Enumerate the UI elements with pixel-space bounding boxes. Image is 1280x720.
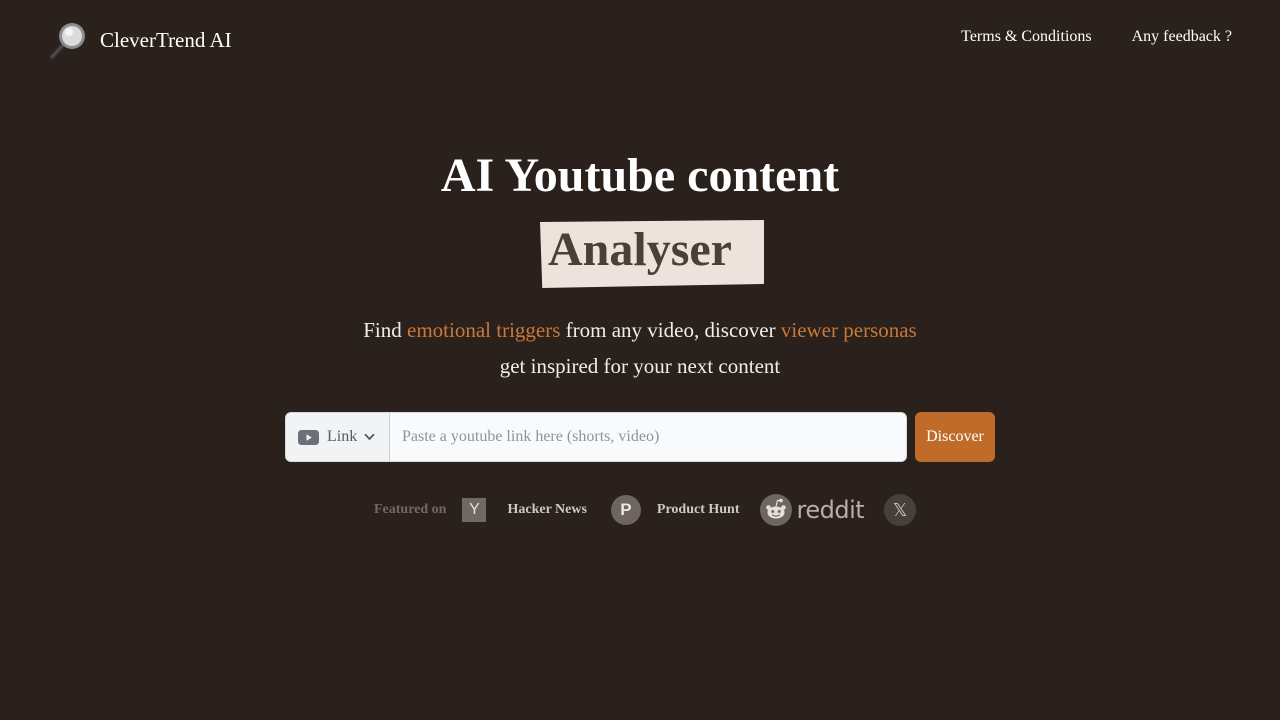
product-hunt-icon: P	[610, 495, 641, 525]
hero-highlight-text: Analyser	[548, 223, 732, 276]
hero-subtitle: Find emotional triggers from any video, …	[0, 312, 1280, 384]
magnifying-glass-icon	[49, 23, 85, 60]
search-box: Link	[285, 412, 907, 462]
x-link[interactable]: 𝕏	[884, 494, 917, 526]
youtube-icon	[298, 429, 319, 445]
search-form: Link Discover	[285, 412, 995, 462]
hacker-news-icon: Y	[462, 498, 487, 522]
subtitle-accent-emotional-triggers: emotional triggers	[407, 318, 561, 342]
subtitle-text: Find	[363, 318, 408, 342]
hacker-news-label: Hacker News	[507, 502, 587, 517]
hacker-news-link[interactable]: Y Hacker News	[446, 498, 587, 522]
featured-on-label: Featured on	[374, 502, 447, 517]
brand-name: CleverTrend AI	[100, 27, 232, 52]
subtitle-text: from any video, discover	[560, 318, 781, 342]
reddit-link[interactable]: reddit	[759, 494, 865, 526]
chevron-down-icon	[364, 433, 375, 440]
top-nav: Terms & Conditions Any feedback ?	[961, 28, 1232, 46]
product-hunt-link[interactable]: P Product Hunt	[610, 495, 740, 525]
featured-on-bar: Featured on Y Hacker News P Product Hunt…	[374, 494, 917, 526]
x-logo-icon: 𝕏	[884, 494, 917, 526]
subtitle-line2: get inspired for your next content	[499, 354, 781, 378]
subtitle-accent-viewer-personas: viewer personas	[780, 318, 917, 342]
hero-highlight: Analyser	[540, 220, 764, 288]
discover-button[interactable]: Discover	[915, 412, 995, 462]
brand-logo-link[interactable]: CleverTrend AI	[48, 20, 232, 60]
reddit-wordmark: reddit	[796, 496, 865, 524]
product-hunt-label: Product Hunt	[656, 502, 740, 517]
source-type-label: Link	[327, 428, 358, 445]
terms-link[interactable]: Terms & Conditions	[961, 28, 1091, 46]
reddit-icon	[759, 494, 792, 526]
hero-title: AI Youtube content	[440, 149, 840, 202]
feedback-link[interactable]: Any feedback ?	[1132, 28, 1232, 46]
source-type-select[interactable]: Link	[286, 413, 390, 461]
youtube-link-input[interactable]	[390, 413, 906, 461]
site-header: CleverTrend AI Terms & Conditions Any fe…	[0, 0, 1280, 80]
